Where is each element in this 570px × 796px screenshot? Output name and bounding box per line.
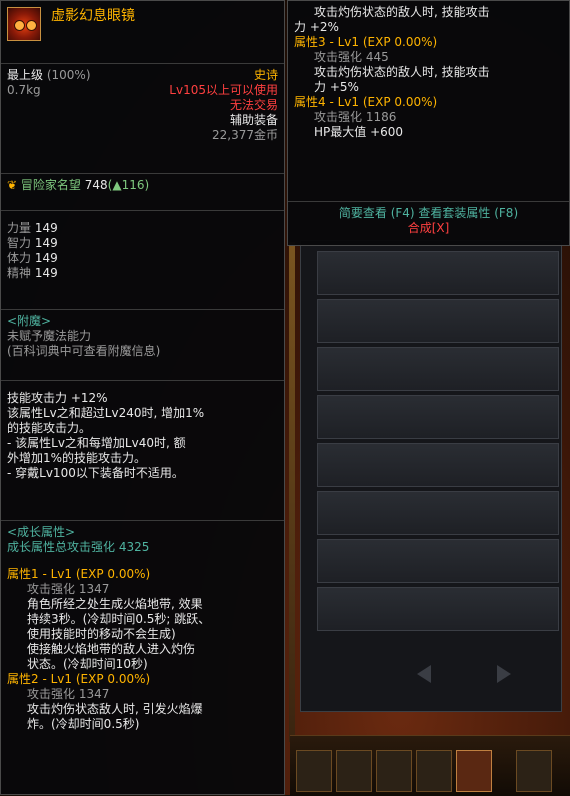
attr3-desc: 攻击灼伤状态的敌人时, 技能攻击 xyxy=(314,65,490,79)
goggles-icon xyxy=(7,7,41,41)
enchant-section: <附魔> 未赋予魔法能力 (百科词典中可查看附魔信息) xyxy=(1,309,284,380)
item-name: 虚影幻息眼镜 xyxy=(51,8,135,24)
attr1-desc: 持续3秒。(冷却时间0.5秒; 跳跃、 xyxy=(27,612,211,626)
quick-slot[interactable] xyxy=(376,750,412,792)
item-rarity: 史诗 xyxy=(253,68,278,82)
attr1-head: 属性1 - Lv1 (EXP 0.00%) xyxy=(7,567,151,581)
item-info: 最上级 (100%) 史诗 0.7kg Lv105以上可以使用 无法交易 辅助装… xyxy=(1,63,284,173)
item-grade-pct: (100%) xyxy=(46,68,91,82)
prev-page-icon[interactable] xyxy=(417,665,431,683)
tooltip-continuation: 攻击灼伤状态的敌人时, 技能攻击 力 +2% 属性3 - Lv1 (EXP 0.… xyxy=(287,0,570,246)
attr2-effect: 攻击灼伤状态的敌人时, 技能攻击 xyxy=(314,5,490,19)
attr1-desc: 使用技能时的移动不会生成) xyxy=(27,627,176,641)
skill-line: - 穿戴Lv100以下装备时不适用。 xyxy=(7,466,184,480)
stat-row: 体力 149 xyxy=(7,251,58,265)
fame-delta: 116 xyxy=(121,178,145,192)
attr3-boost: 攻击强化 445 xyxy=(314,50,389,64)
stats-section: 力量 149 智力 149 体力 149 精神 149 xyxy=(1,210,284,309)
quick-slot[interactable] xyxy=(516,750,552,792)
attr2-boost: 攻击强化 1347 xyxy=(27,687,110,701)
attr3-head: 属性3 - Lv1 (EXP 0.00%) xyxy=(294,35,438,49)
item-price: 22,377金币 xyxy=(212,128,278,142)
inventory-slot[interactable] xyxy=(317,299,559,343)
attr2-desc: 炸。(冷却时间0.5秒) xyxy=(27,717,140,731)
growth-section: <成长属性> 成长属性总攻击强化 4325 属性1 - Lv1 (EXP 0.0… xyxy=(1,520,284,736)
inventory-slot[interactable] xyxy=(317,587,559,631)
synthesis-hint[interactable]: 合成[X] xyxy=(288,221,569,236)
enchant-line1: 未赋予魔法能力 xyxy=(7,329,92,343)
stat-row: 力量 149 xyxy=(7,221,58,235)
attr1-desc: 使接触火焰地带的敌人进入灼伤 xyxy=(27,642,196,656)
growth-total: 成长属性总攻击强化 4325 xyxy=(7,540,150,554)
inventory-slot[interactable] xyxy=(317,491,559,535)
fame-icon: ❦ xyxy=(7,178,18,192)
enchant-line2: (百科词典中可查看附魔信息) xyxy=(7,344,161,358)
trade-status: 无法交易 xyxy=(229,98,278,112)
attr1-desc: 状态。(冷却时间10秒) xyxy=(27,657,148,671)
enchant-title: <附魔> xyxy=(7,314,52,328)
skill-line: 的技能攻击力。 xyxy=(7,421,92,435)
inventory-slot[interactable] xyxy=(317,539,559,583)
skill-line: 外增加1%的技能攻击力。 xyxy=(7,451,147,465)
attr1-desc: 角色所经之处生成火焰地带, 效果 xyxy=(27,597,203,611)
growth-title: <成长属性> xyxy=(7,525,76,539)
attr3-desc: 力 +5% xyxy=(314,80,359,94)
quick-bar xyxy=(290,735,570,796)
stat-row: 智力 149 xyxy=(7,236,58,250)
attr4-head: 属性4 - Lv1 (EXP 0.00%) xyxy=(294,95,438,109)
tooltip-header: 虚影幻息眼镜 xyxy=(1,1,284,63)
tooltip-footer: 简要查看 (F4) 查看套装属性 (F8) 合成[X] xyxy=(288,201,569,236)
stat-row: 精神 149 xyxy=(7,266,58,280)
item-grade: 最上级 xyxy=(7,68,44,82)
item-type: 辅助装备 xyxy=(229,113,278,127)
frame-border xyxy=(289,242,295,742)
fame-value: 748 xyxy=(84,178,108,192)
fame-section: ❦ 冒险家名望 748(▲116) xyxy=(1,173,284,210)
inventory-slot[interactable] xyxy=(317,443,559,487)
attr2-effect: 力 +2% xyxy=(294,20,339,34)
quick-slot[interactable] xyxy=(296,750,332,792)
attr4-hp: HP最大值 +600 xyxy=(314,125,404,139)
quick-slot[interactable] xyxy=(336,750,372,792)
inventory-slot[interactable] xyxy=(317,347,559,391)
level-requirement: Lv105以上可以使用 xyxy=(169,83,278,97)
skill-line: 该属性Lv之和超过Lv240时, 增加1% xyxy=(7,406,205,420)
skill-section: 技能攻击力 +12% 该属性Lv之和超过Lv240时, 增加1% 的技能攻击力。… xyxy=(1,380,284,520)
attr2-head: 属性2 - Lv1 (EXP 0.00%) xyxy=(7,672,151,686)
inventory-slot[interactable] xyxy=(317,251,559,295)
next-page-icon[interactable] xyxy=(497,665,511,683)
quick-slot[interactable] xyxy=(416,750,452,792)
inventory-slot[interactable] xyxy=(317,395,559,439)
item-weight: 0.7kg xyxy=(7,83,41,97)
attr1-boost: 攻击强化 1347 xyxy=(27,582,110,596)
quick-slot[interactable] xyxy=(456,750,492,792)
item-tooltip: 虚影幻息眼镜 最上级 (100%) 史诗 0.7kg Lv105以上可以使用 无… xyxy=(0,0,285,795)
shortcut-hint[interactable]: 简要查看 (F4) 查看套装属性 (F8) xyxy=(288,206,569,221)
fame-label: 冒险家名望 xyxy=(20,178,81,192)
skill-line: - 该属性Lv之和每增加Lv40时, 额 xyxy=(7,436,186,450)
attr4-boost: 攻击强化 1186 xyxy=(314,110,397,124)
attr2-desc: 攻击灼伤状态敌人时, 引发火焰爆 xyxy=(27,702,203,716)
skill-line: 技能攻击力 +12% xyxy=(7,391,108,405)
inventory-panel xyxy=(300,240,562,712)
